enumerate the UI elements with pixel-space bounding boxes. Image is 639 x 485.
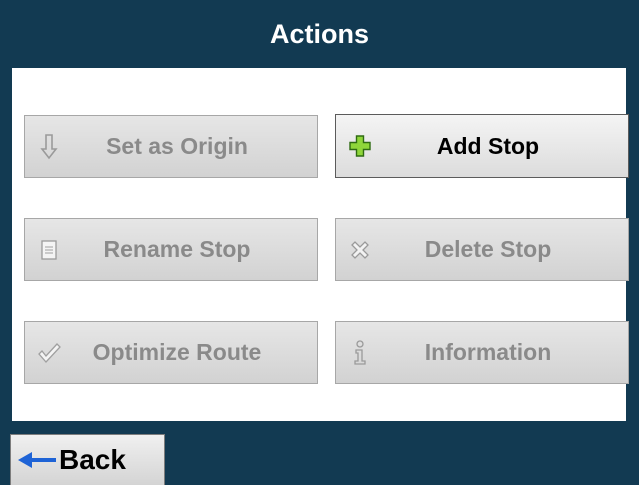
rename-stop-button[interactable]: Rename Stop: [24, 218, 318, 281]
checkmark-icon: [37, 338, 61, 368]
information-button[interactable]: Information: [335, 321, 629, 384]
plus-icon: [348, 131, 372, 161]
arrow-down-icon: [37, 132, 61, 162]
set-origin-button[interactable]: Set as Origin: [24, 115, 318, 178]
info-icon: [348, 338, 372, 368]
delete-stop-button[interactable]: Delete Stop: [335, 218, 629, 281]
information-label: Information: [424, 339, 552, 365]
set-origin-label: Set as Origin: [106, 133, 248, 159]
add-stop-button[interactable]: Add Stop: [335, 114, 629, 178]
back-label: Back: [59, 444, 126, 475]
optimize-route-label: Optimize Route: [92, 339, 262, 365]
actions-screen: Actions Set as Origin Add Stop Rename St…: [0, 0, 639, 485]
x-icon: [348, 235, 372, 265]
rename-stop-label: Rename Stop: [103, 236, 251, 262]
document-icon: [37, 235, 61, 265]
delete-stop-label: Delete Stop: [424, 236, 552, 262]
add-stop-label: Add Stop: [436, 132, 540, 159]
arrow-left-icon: [17, 445, 59, 475]
page-title: Actions: [269, 18, 369, 49]
actions-panel: Set as Origin Add Stop Rename Stop Delet…: [12, 68, 629, 421]
optimize-route-button[interactable]: Optimize Route: [24, 321, 318, 384]
back-button[interactable]: Back: [10, 434, 165, 485]
